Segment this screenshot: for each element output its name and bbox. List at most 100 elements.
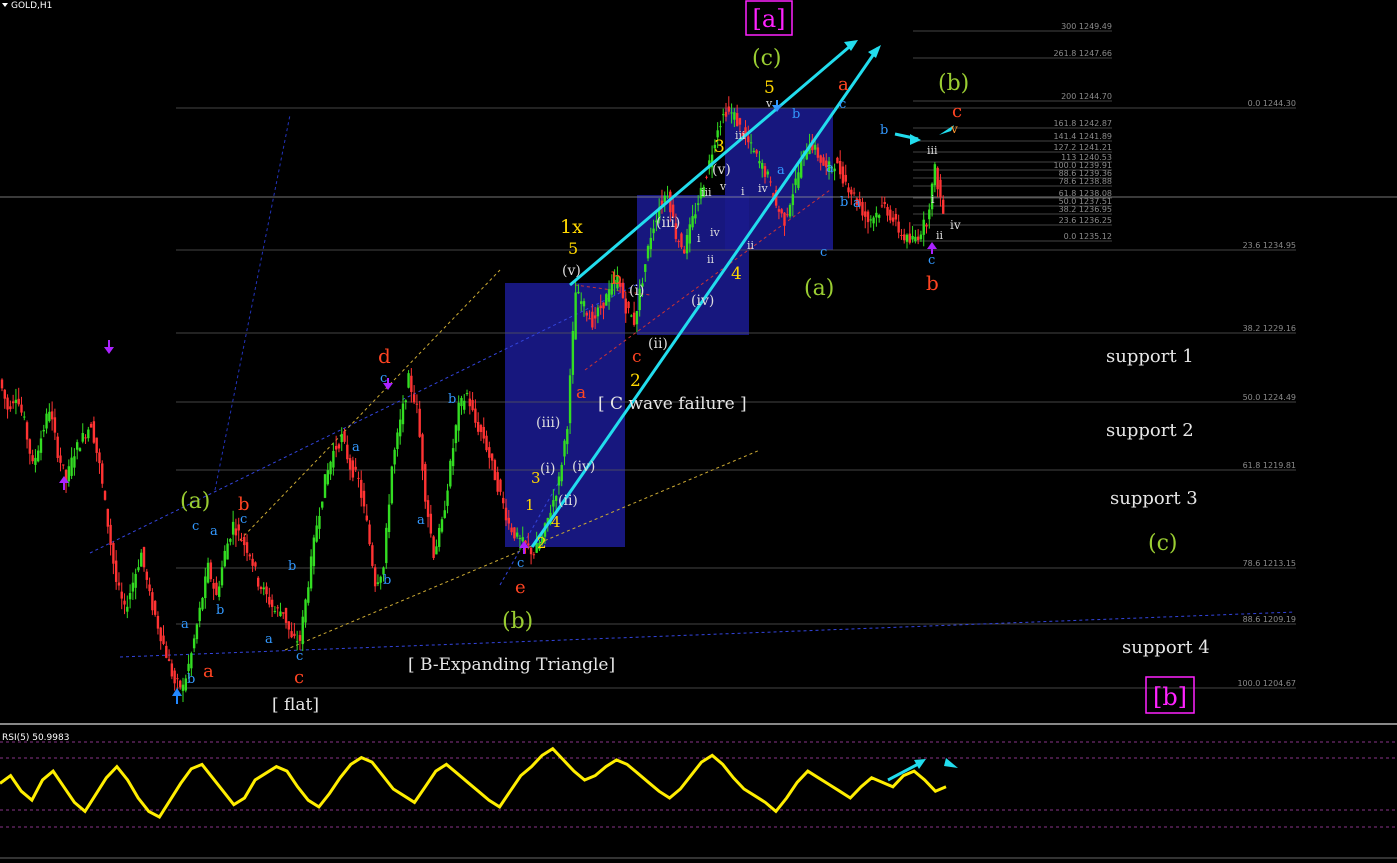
candle-body	[454, 425, 458, 444]
candle-body	[727, 106, 730, 112]
candle-body	[142, 547, 146, 568]
candle-body	[6, 397, 9, 410]
wave-label: c	[192, 519, 199, 534]
candle-body	[240, 540, 243, 542]
candle-body	[309, 556, 313, 589]
candle-body	[939, 179, 942, 198]
candle-body	[45, 413, 48, 429]
wave-label: (c)	[1148, 531, 1178, 556]
candle-body	[11, 401, 15, 404]
candle-body	[295, 641, 299, 643]
candle-body	[908, 233, 911, 243]
candle-body	[568, 375, 572, 424]
candle-body	[891, 217, 895, 222]
candle-body	[103, 491, 107, 500]
candle-body	[841, 166, 845, 184]
candle-body	[393, 449, 396, 465]
wave-label: (v)	[562, 263, 581, 279]
candle-body	[399, 419, 402, 437]
candle-body	[437, 527, 441, 547]
wave-label: (i)	[540, 461, 555, 477]
candle-body	[502, 497, 505, 504]
candle-body	[666, 196, 669, 198]
candle-body	[905, 234, 909, 242]
candle-body	[209, 562, 213, 580]
candle-body	[407, 373, 410, 388]
candle-body	[515, 532, 519, 537]
support-4-label: support 4	[1122, 637, 1210, 658]
candle-body	[106, 508, 110, 527]
wave-label: a	[576, 383, 586, 403]
wave-label: b	[880, 123, 888, 138]
candle-body	[245, 542, 249, 553]
wave-label: v	[765, 97, 773, 110]
candle-body	[318, 515, 321, 529]
candle-body	[251, 558, 254, 566]
candle-body	[552, 500, 555, 507]
wave-label: a	[181, 617, 189, 632]
fib-level-label: 23.6 1234.95	[1243, 241, 1296, 250]
fib-level-label: 161.8 1242.87	[1053, 119, 1112, 128]
candle-body	[474, 408, 477, 423]
wave-label: (ii)	[558, 493, 578, 509]
candle-body	[109, 524, 112, 545]
candle-body	[98, 452, 101, 464]
wave-label: (b)	[938, 71, 969, 96]
candle-body	[819, 155, 822, 163]
candle-body	[529, 547, 533, 555]
candle-body	[412, 394, 416, 403]
fib-level-label: 127.2 1241.21	[1053, 143, 1112, 152]
candle-body	[942, 199, 945, 214]
candle-body	[140, 552, 143, 567]
wave-label: a	[210, 524, 218, 539]
candle-body	[685, 235, 689, 254]
candle-body	[334, 445, 338, 450]
candle-body	[153, 600, 157, 615]
candle-body	[137, 567, 140, 571]
wave-label: (iii)	[656, 215, 680, 231]
candle-body	[596, 307, 600, 317]
candle-body	[705, 176, 708, 178]
wave-label: b	[611, 269, 622, 289]
candle-body	[231, 521, 235, 535]
wave-label: a	[777, 163, 785, 178]
candle-body	[282, 612, 285, 614]
candle-body	[869, 219, 873, 221]
candle-body	[786, 214, 789, 216]
candle-body	[234, 528, 238, 536]
fib-level-label: 261.8 1247.66	[1053, 49, 1112, 58]
candle-body	[864, 211, 867, 217]
candle-body	[580, 301, 583, 304]
candle-body	[719, 126, 722, 128]
window-separator[interactable]	[0, 723, 1397, 725]
candle-body	[126, 606, 129, 612]
candle-body	[460, 397, 463, 407]
candle-body	[722, 114, 725, 116]
candle-body	[922, 219, 925, 235]
candle-body	[159, 627, 162, 642]
wave-label: 4	[731, 264, 742, 284]
candle-body	[476, 421, 480, 432]
candle-body	[226, 543, 229, 560]
candle-body	[761, 162, 764, 169]
wave-label: i	[697, 232, 701, 245]
candle-body	[468, 398, 472, 407]
flat-label: [ flat]	[272, 695, 319, 715]
fib-level-label: 78.6 1238.88	[1059, 177, 1112, 186]
wave-label: b	[383, 573, 391, 588]
candle-body	[471, 400, 474, 411]
candle-body	[844, 174, 847, 182]
c-wave-failure-label: [ C wave failure ]	[598, 394, 747, 414]
candle-body	[875, 212, 878, 218]
candle-body	[465, 393, 469, 395]
candle-body	[602, 302, 605, 309]
candle-body	[724, 111, 728, 117]
candle-body	[201, 597, 204, 610]
candle-body	[48, 411, 51, 422]
candle-body	[582, 301, 586, 307]
candle-body	[451, 448, 455, 467]
candle-body	[368, 524, 371, 545]
fib-level-label: 38.2 1229.16	[1243, 324, 1296, 333]
wave-label: b	[216, 603, 224, 618]
candle-body	[493, 460, 497, 481]
